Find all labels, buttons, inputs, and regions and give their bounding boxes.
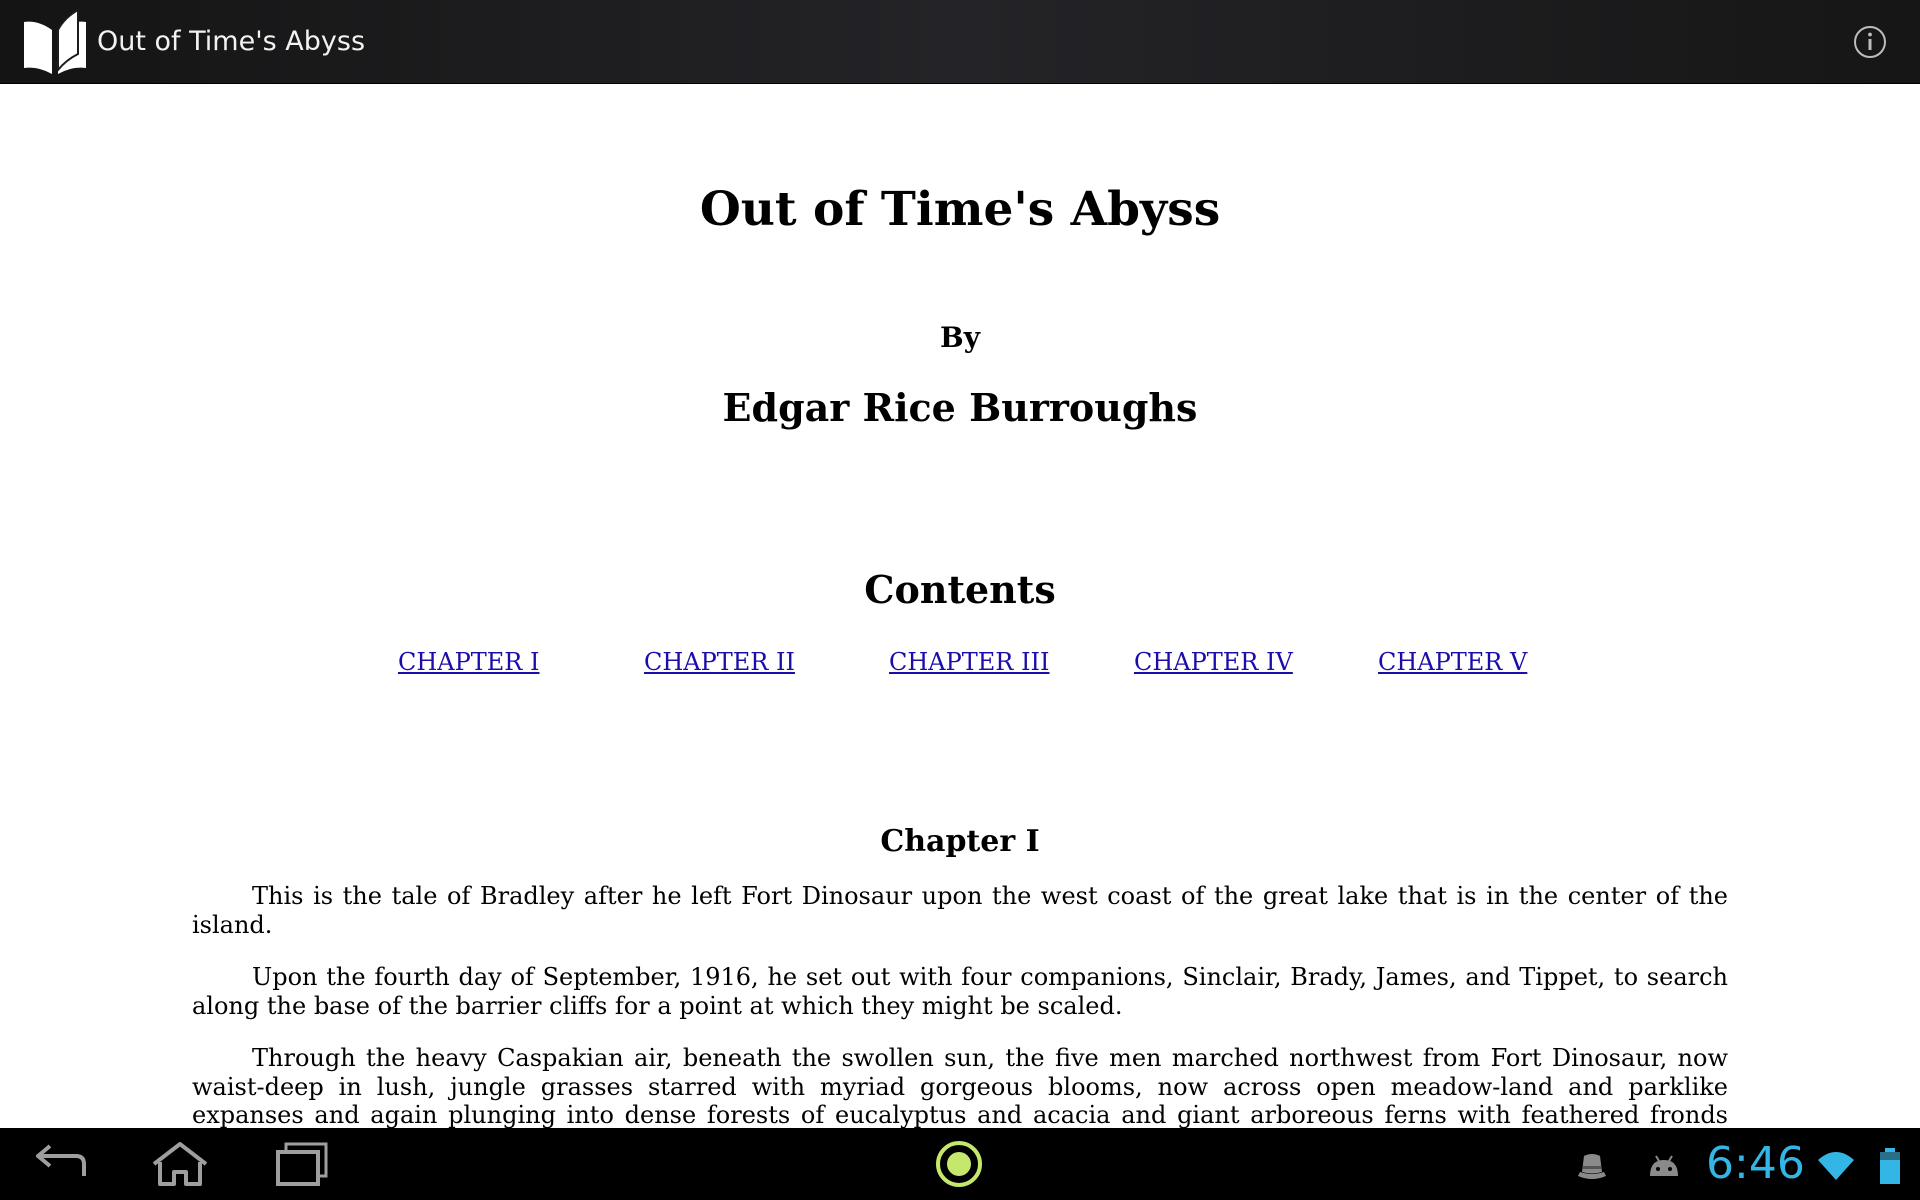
toc-link-chapter-4[interactable]: CHAPTER IV bbox=[1134, 642, 1293, 682]
book-content[interactable]: Out of Time's Abyss By Edgar Rice Burrou… bbox=[0, 84, 1920, 1128]
hat-notification-icon[interactable] bbox=[1572, 1146, 1612, 1186]
paragraph: Through the heavy Caspakian air, beneath… bbox=[192, 1044, 1728, 1128]
paragraph: This is the tale of Bradley after he lef… bbox=[192, 882, 1728, 939]
action-bar: Out of Time's Abyss bbox=[0, 0, 1920, 84]
toc-link-chapter-2[interactable]: CHAPTER II bbox=[644, 642, 795, 682]
launcher-ring-icon[interactable] bbox=[934, 1139, 984, 1189]
toc-link-chapter-3[interactable]: CHAPTER III bbox=[889, 642, 1049, 682]
back-icon[interactable] bbox=[24, 1140, 96, 1188]
chapter-text: This is the tale of Bradley after he lef… bbox=[192, 882, 1728, 1128]
author-name: Edgar Rice Burroughs bbox=[722, 385, 1198, 430]
book-title: Out of Time's Abyss bbox=[699, 182, 1221, 237]
open-book-icon[interactable] bbox=[20, 8, 90, 76]
table-of-contents: CHAPTER I CHAPTER II CHAPTER III CHAPTER… bbox=[0, 642, 1920, 682]
wifi-icon[interactable] bbox=[1816, 1146, 1856, 1186]
by-label: By bbox=[940, 321, 980, 354]
info-icon[interactable] bbox=[1852, 24, 1888, 60]
contents-heading: Contents bbox=[864, 567, 1056, 612]
home-icon[interactable] bbox=[144, 1140, 216, 1188]
system-bar: 6:46 bbox=[0, 1128, 1920, 1200]
paragraph: Upon the fourth day of September, 1916, … bbox=[192, 963, 1728, 1020]
recent-apps-icon[interactable] bbox=[264, 1140, 336, 1188]
battery-icon[interactable] bbox=[1870, 1146, 1910, 1186]
toc-link-chapter-5[interactable]: CHAPTER V bbox=[1378, 642, 1527, 682]
toc-link-chapter-1[interactable]: CHAPTER I bbox=[398, 642, 539, 682]
chapter-heading: Chapter I bbox=[880, 824, 1040, 859]
android-debug-icon[interactable] bbox=[1644, 1146, 1684, 1186]
clock[interactable]: 6:46 bbox=[1706, 1138, 1805, 1190]
app-title: Out of Time's Abyss bbox=[97, 26, 366, 57]
